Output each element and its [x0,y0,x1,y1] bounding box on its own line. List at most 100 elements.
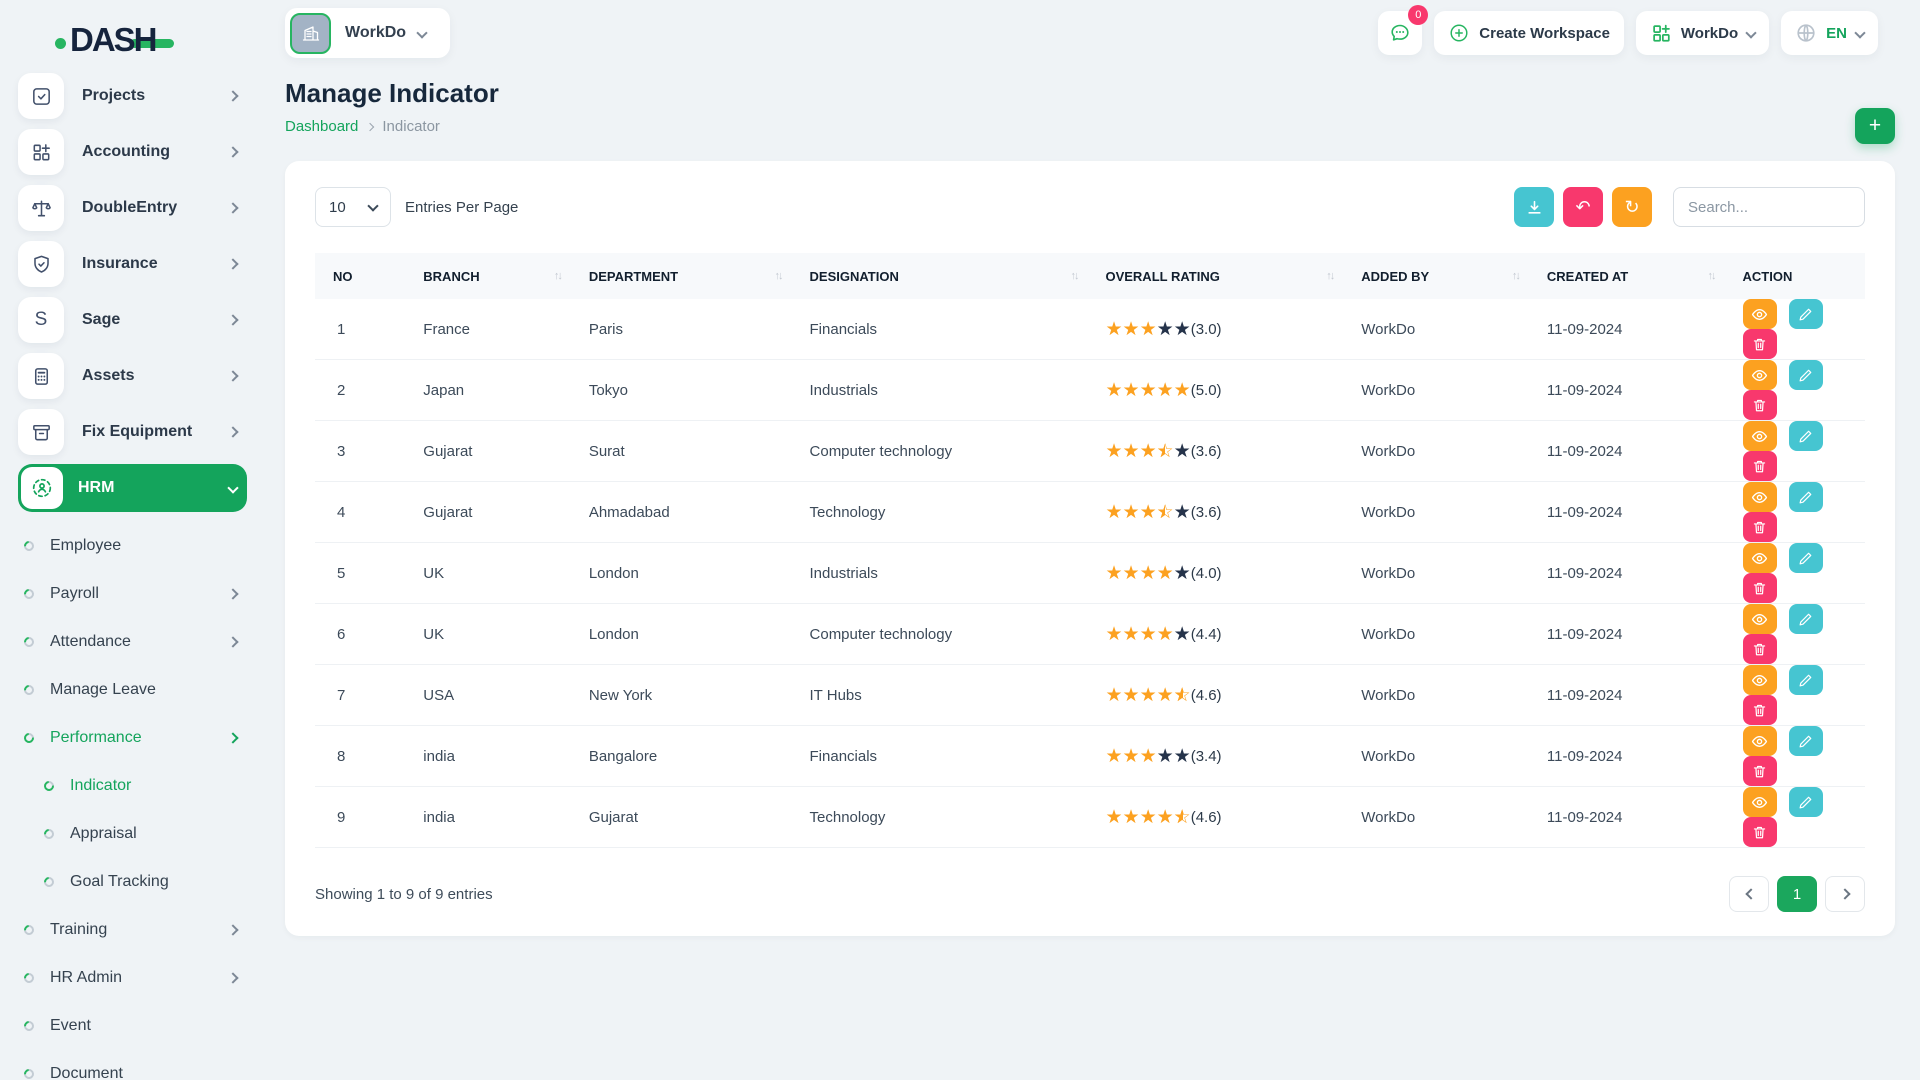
sidebar-item-indicator[interactable]: Indicator [24,762,247,810]
add-indicator-button[interactable]: + [1855,108,1895,144]
breadcrumb: Dashboard Indicator [285,118,1895,135]
column-header-designation[interactable]: DESIGNATION↑↓ [792,253,1088,299]
column-header-added-by[interactable]: ADDED BY↑↓ [1343,253,1529,299]
chat-button[interactable]: 0 [1378,11,1422,55]
sidebar-item-training[interactable]: Training [24,906,247,954]
cell-department: New York [571,665,792,726]
sidebar-item-doubleentry[interactable]: DoubleEntry [18,180,247,236]
edit-button[interactable] [1789,360,1823,390]
sidebar-item-fix-equipment[interactable]: Fix Equipment [18,404,247,460]
view-button[interactable] [1743,299,1777,329]
cell-overall-rating: ★★★★★(5.0) [1087,360,1343,421]
sidebar-item-payroll[interactable]: Payroll [24,570,247,618]
delete-button[interactable] [1743,634,1777,664]
sidebar-item-hr-admin[interactable]: HR Admin [24,954,247,1002]
cell-no: 8 [315,726,405,787]
edit-button[interactable] [1789,726,1823,756]
refresh-button[interactable]: ↻ [1612,187,1652,227]
table-row: 2 Japan Tokyo Industrials ★★★★★(5.0) Wor… [315,360,1865,421]
sidebar-item-manage-leave[interactable]: Manage Leave [24,666,247,714]
language-selector[interactable]: EN [1781,11,1878,55]
edit-button[interactable] [1789,665,1823,695]
delete-button[interactable] [1743,695,1777,725]
cell-overall-rating: ★★★★★(4.0) [1087,543,1343,604]
sidebar-item-performance[interactable]: Performance [24,714,247,762]
cell-created-at: 11-09-2024 [1529,726,1725,787]
sidebar-item-insurance[interactable]: Insurance [18,236,247,292]
column-header-created-at[interactable]: CREATED AT↑↓ [1529,253,1725,299]
column-label: CREATED AT [1547,269,1628,284]
sidebar-item-projects[interactable]: Projects [18,68,247,124]
edit-button[interactable] [1789,299,1823,329]
sidebar-item-event[interactable]: Event [24,1002,247,1050]
column-header-overall-rating[interactable]: OVERALL RATING↑↓ [1087,253,1343,299]
sidebar-item-appraisal[interactable]: Appraisal [24,810,247,858]
column-header-department[interactable]: DEPARTMENT↑↓ [571,253,792,299]
workspace-switcher[interactable]: WorkDo [285,8,450,58]
shield-check-icon [18,241,64,287]
undo-button[interactable]: ↶ [1563,187,1603,227]
sidebar-item-employee[interactable]: Employee [24,522,247,570]
column-header-no: NO [315,253,405,299]
app-logo[interactable]: DASH [55,20,265,60]
entries-per-page-select[interactable]: 10 [315,187,391,227]
edit-button[interactable] [1789,482,1823,512]
create-workspace-button[interactable]: Create Workspace [1434,11,1624,55]
table-row: 8 india Bangalore Financials ★★★★★(3.4) … [315,726,1865,787]
view-button[interactable] [1743,543,1777,573]
sidebar-item-goal-tracking[interactable]: Goal Tracking [24,858,247,906]
sidebar-item-assets[interactable]: Assets [18,348,247,404]
indicator-table-card: 10 Entries Per Page ↶ ↻ NOBRANCH↑↓DEPART… [285,161,1895,936]
cell-action [1725,665,1866,726]
pagination-next-button[interactable] [1825,876,1865,912]
delete-button[interactable] [1743,573,1777,603]
cell-overall-rating: ★★★★★(4.4) [1087,604,1343,665]
sidebar-item-accounting[interactable]: Accounting [18,124,247,180]
workspace-menu-button[interactable]: WorkDo [1636,11,1769,55]
chevron-right-icon [1839,888,1850,899]
archive-icon [18,409,64,455]
view-button[interactable] [1743,604,1777,634]
view-button[interactable] [1743,665,1777,695]
sidebar-item-label: HRM [78,479,229,497]
pagination-page-1-button[interactable]: 1 [1777,876,1817,912]
delete-button[interactable] [1743,817,1777,847]
edit-button[interactable] [1789,604,1823,634]
pagination-prev-button[interactable] [1729,876,1769,912]
cell-action [1725,726,1866,787]
sidebar-item-document[interactable]: Document [24,1050,247,1080]
topbar: WorkDo 0 Create Workspace WorkDo [285,8,1878,58]
sidebar-item-hrm[interactable]: HRM [18,464,247,512]
edit-button[interactable] [1789,543,1823,573]
sidebar-item-label: Manage Leave [50,681,247,699]
view-button[interactable] [1743,787,1777,817]
chat-badge: 0 [1408,5,1428,25]
sidebar-item-sage[interactable]: SSage [18,292,247,348]
pencil-icon [1798,490,1813,505]
export-button[interactable] [1514,187,1554,227]
cell-added-by: WorkDo [1343,604,1529,665]
view-button[interactable] [1743,726,1777,756]
delete-button[interactable] [1743,756,1777,786]
search-input[interactable] [1673,187,1865,227]
delete-button[interactable] [1743,451,1777,481]
edit-button[interactable] [1789,787,1823,817]
delete-button[interactable] [1743,329,1777,359]
cell-action [1725,604,1866,665]
chevron-right-icon [366,122,374,130]
view-button[interactable] [1743,421,1777,451]
breadcrumb-dashboard-link[interactable]: Dashboard [285,118,358,135]
rating-value: (3.0) [1191,321,1222,338]
workspace-switcher-label: WorkDo [345,24,406,42]
eye-icon [1751,428,1768,445]
bullet-icon [22,683,36,697]
delete-button[interactable] [1743,390,1777,420]
view-button[interactable] [1743,482,1777,512]
star-rating-icon: ★★★★★ [1105,747,1190,766]
view-button[interactable] [1743,360,1777,390]
edit-button[interactable] [1789,421,1823,451]
column-label: DEPARTMENT [589,269,678,284]
delete-button[interactable] [1743,512,1777,542]
column-header-branch[interactable]: BRANCH↑↓ [405,253,571,299]
sidebar-item-attendance[interactable]: Attendance [24,618,247,666]
